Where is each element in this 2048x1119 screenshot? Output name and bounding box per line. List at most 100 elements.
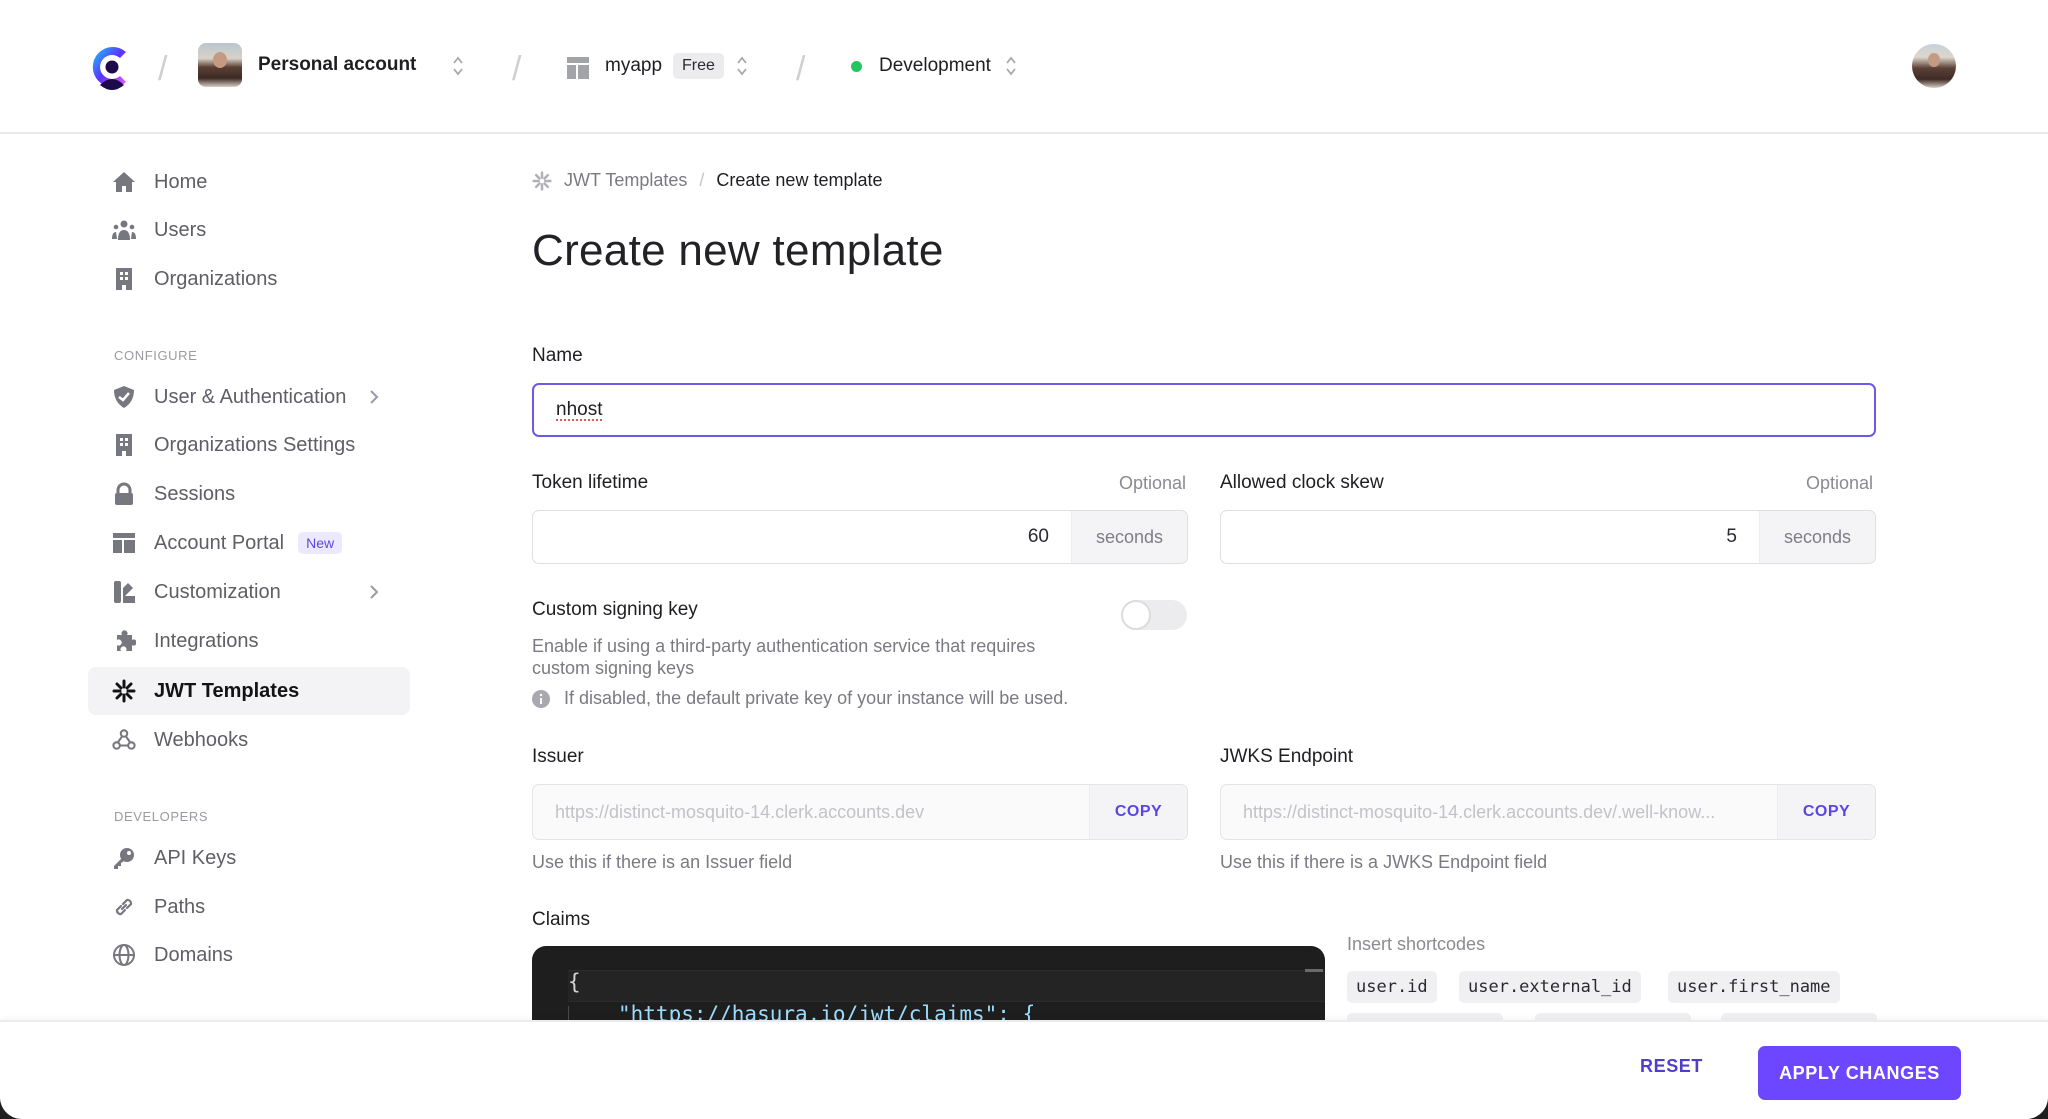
environment-name: Development: [879, 55, 991, 76]
name-input[interactable]: [532, 383, 1876, 437]
clerk-logo-icon[interactable]: [90, 43, 134, 91]
sidebar-item-integrations[interactable]: Integrations: [88, 617, 410, 665]
app-layout-icon: [566, 56, 590, 80]
building-icon: [112, 267, 136, 291]
editor-scrollbar[interactable]: [1305, 969, 1323, 972]
environment-status-dot: [851, 61, 862, 72]
apply-changes-button[interactable]: APPLY CHANGES: [1758, 1046, 1961, 1100]
sidebar-item-label: Domains: [154, 943, 233, 966]
chevron-right-icon: [368, 582, 380, 602]
user-avatar[interactable]: [1912, 44, 1956, 88]
palette-icon: [112, 580, 136, 604]
chevron-updown-icon[interactable]: [736, 55, 748, 77]
link-icon: [112, 895, 136, 919]
asterisk-icon: [532, 170, 552, 191]
section-label-configure: CONFIGURE: [114, 348, 198, 363]
sidebar-item-label: Paths: [154, 895, 206, 918]
action-footer: RESET APPLY CHANGES: [0, 1020, 2048, 1119]
breadcrumb: JWT Templates / Create new template: [532, 170, 882, 191]
token-lifetime-label: Token lifetime: [532, 472, 649, 493]
sidebar-item-label: Customization: [154, 580, 281, 603]
top-bar: / Personal account / myapp Free / Develo…: [0, 0, 2048, 134]
sidebar-item-user-authentication[interactable]: User & Authentication: [88, 373, 410, 421]
sidebar-item-organizations[interactable]: Organizations: [88, 255, 410, 303]
jwks-copy-button[interactable]: COPY: [1777, 785, 1875, 839]
reset-button[interactable]: RESET: [1640, 1056, 1703, 1077]
sidebar-item-customization[interactable]: Customization: [88, 568, 410, 616]
shortcodes-title: Insert shortcodes: [1347, 934, 1486, 954]
shield-check-icon: [112, 385, 136, 409]
sidebar-item-label: Sessions: [154, 482, 236, 505]
seconds-suffix: seconds: [1071, 511, 1187, 563]
users-icon: [112, 218, 136, 242]
sidebar-item-label: API Keys: [154, 846, 237, 869]
sidebar-item-jwt-templates[interactable]: JWT Templates: [88, 667, 410, 715]
custom-signing-key-toggle[interactable]: [1121, 600, 1187, 630]
jwks-endpoint-label: JWKS Endpoint: [1220, 746, 1354, 767]
active-line-highlight: [568, 970, 1325, 1002]
top-separator: /: [512, 50, 522, 88]
claims-label: Claims: [532, 909, 591, 930]
jwks-endpoint-help: Use this if there is a JWKS Endpoint fie…: [1220, 852, 1548, 872]
jwks-endpoint-field: https://distinct-mosquito-14.clerk.accou…: [1220, 784, 1876, 840]
puzzle-icon: [112, 629, 136, 653]
sidebar-item-webhooks[interactable]: Webhooks: [88, 716, 410, 764]
breadcrumb-current: Create new template: [716, 170, 883, 190]
lock-icon: [112, 482, 136, 506]
top-separator: /: [796, 50, 806, 88]
token-lifetime-input[interactable]: [533, 511, 1071, 563]
page-title: Create new template: [532, 226, 944, 275]
sidebar-item-label: Webhooks: [154, 728, 249, 751]
custom-signing-key-description: Enable if using a third-party authentica…: [532, 636, 1036, 678]
account-avatar: [198, 43, 242, 87]
layout-icon: [112, 531, 136, 555]
sidebar-item-domains[interactable]: Domains: [88, 931, 410, 979]
name-label: Name: [532, 345, 583, 366]
account-name: Personal account: [258, 54, 417, 75]
shortcode-chip[interactable]: user.external_id: [1459, 971, 1641, 1003]
sidebar-item-users[interactable]: Users: [88, 206, 410, 254]
new-badge: New: [298, 532, 343, 554]
issuer-copy-button[interactable]: COPY: [1089, 785, 1187, 839]
asterisk-icon: [112, 679, 136, 703]
sidebar-item-sessions[interactable]: Sessions: [88, 470, 410, 518]
toggle-knob: [1121, 600, 1151, 630]
issuer-help: Use this if there is an Issuer field: [532, 852, 793, 872]
shortcode-chip[interactable]: user.id: [1347, 971, 1437, 1003]
signing-key-info-text: If disabled, the default private key of …: [564, 688, 1069, 708]
token-lifetime-field: seconds: [532, 510, 1188, 564]
top-separator: /: [158, 50, 168, 88]
key-icon: [112, 846, 136, 870]
issuer-field: https://distinct-mosquito-14.clerk.accou…: [532, 784, 1188, 840]
shortcode-chip[interactable]: user.first_name: [1668, 971, 1840, 1003]
jwks-endpoint-value[interactable]: https://distinct-mosquito-14.clerk.accou…: [1221, 785, 1777, 839]
chevron-updown-icon[interactable]: [452, 55, 464, 77]
breadcrumb-separator: /: [699, 170, 705, 190]
sidebar-item-label: Account Portal: [154, 531, 285, 554]
custom-signing-key-label: Custom signing key: [532, 599, 698, 620]
chevron-updown-icon[interactable]: [1005, 55, 1017, 77]
issuer-label: Issuer: [532, 746, 584, 767]
signing-key-info: If disabled, the default private key of …: [532, 688, 1068, 709]
sidebar-item-label: JWT Templates: [154, 679, 300, 702]
sidebar-item-paths[interactable]: Paths: [88, 883, 410, 931]
app-name: myapp: [605, 55, 663, 76]
sidebar-item-account-portal[interactable]: Account Portal New: [88, 519, 410, 567]
sidebar-item-label: Organizations: [154, 267, 278, 290]
info-icon: [532, 689, 550, 708]
section-label-developers: DEVELOPERS: [114, 809, 209, 824]
optional-label: Optional: [1806, 473, 1874, 493]
sidebar-item-label: Home: [154, 170, 208, 193]
clock-skew-input[interactable]: [1221, 511, 1759, 563]
sidebar-item-api-keys[interactable]: API Keys: [88, 834, 410, 882]
sidebar-item-home[interactable]: Home: [88, 158, 410, 206]
clock-skew-label: Allowed clock skew: [1220, 472, 1384, 493]
sidebar-item-label: Organizations Settings: [154, 433, 356, 456]
sidebar-item-organizations-settings[interactable]: Organizations Settings: [88, 421, 410, 469]
breadcrumb-link-jwt-templates[interactable]: JWT Templates: [564, 170, 687, 191]
webhook-icon: [112, 728, 136, 752]
sidebar-item-label: User & Authentication: [154, 385, 347, 408]
issuer-value[interactable]: https://distinct-mosquito-14.clerk.accou…: [533, 785, 1089, 839]
app-window: / Personal account / myapp Free / Develo…: [0, 0, 2048, 1119]
sidebar-item-label: Users: [154, 218, 207, 241]
